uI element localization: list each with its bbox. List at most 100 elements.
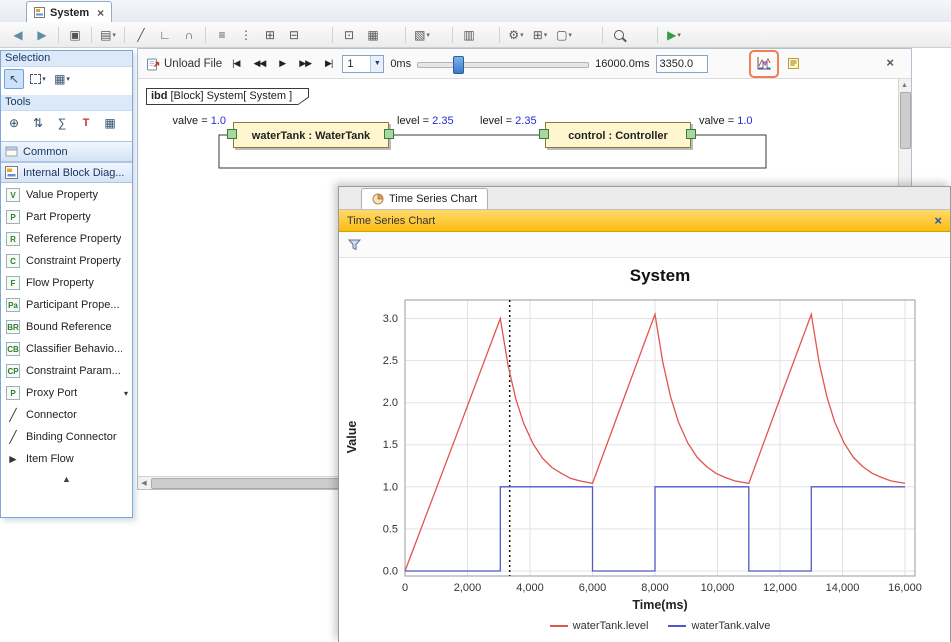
palette-item-label: Proxy Port <box>26 387 77 399</box>
simulation-toolbar-close-icon[interactable]: × <box>886 55 894 70</box>
chevron-down-icon[interactable]: ▾ <box>124 389 128 398</box>
palette-item-icon: P <box>6 210 20 224</box>
palette-item-label: Participant Prope... <box>26 299 120 311</box>
grid-options-button[interactable]: ⊞▾ <box>528 25 552 45</box>
step-to-start-button[interactable]: |◀ <box>228 56 243 71</box>
palette-item[interactable]: P Proxy Port ▾ <box>1 382 132 404</box>
table-tool[interactable]: ▦ <box>100 113 120 133</box>
chart-window-title-bar[interactable]: Time Series Chart × <box>339 210 950 232</box>
palette-item-label: Flow Property <box>26 277 94 289</box>
port-controller-level[interactable] <box>539 129 549 139</box>
scroll-left-icon[interactable]: ◀ <box>138 477 150 488</box>
clipboard-button[interactable]: ⊡ <box>337 25 361 45</box>
stamp-button[interactable]: ▧▾ <box>410 25 434 45</box>
palette-item[interactable]: ╱ Binding Connector <box>1 426 132 448</box>
align-vertical-button[interactable]: ⋮ <box>234 25 258 45</box>
palette-item[interactable]: ► Item Flow <box>1 448 132 470</box>
settings-button[interactable]: ⚙▾ <box>504 25 528 45</box>
legend-label: waterTank.level <box>573 620 649 632</box>
tab-system[interactable]: System × <box>26 1 112 23</box>
report-button[interactable]: ▥ <box>457 25 481 45</box>
navigate-forward-button[interactable]: ▶ <box>30 25 54 45</box>
port-watertank-valve[interactable] <box>227 129 237 139</box>
time-slider-track[interactable] <box>417 62 589 68</box>
palette-item-label: Constraint Param... <box>26 365 121 377</box>
window-layout-button[interactable]: ▢▾ <box>552 25 576 45</box>
palette-item-icon: V <box>6 188 20 202</box>
chevron-down-icon[interactable]: ▼ <box>370 56 383 72</box>
distribute-button[interactable]: ⊞ <box>258 25 282 45</box>
chart-legend: waterTank.levelwaterTank.valve <box>405 620 915 632</box>
tab-close-icon[interactable]: × <box>97 6 104 20</box>
unload-file-button[interactable]: Unload File <box>146 57 222 71</box>
palette-item[interactable]: ╱ Connector <box>1 404 132 426</box>
step-back-button[interactable]: ◀◀ <box>249 56 269 71</box>
text-tool[interactable]: T <box>76 113 96 133</box>
palette-item[interactable]: P Part Property <box>1 206 132 228</box>
simulation-options-button[interactable] <box>782 54 806 74</box>
palette-item[interactable]: Pa Participant Prope... <box>1 294 132 316</box>
align-button[interactable]: ≡ <box>210 25 234 45</box>
rounded-path-button[interactable]: ∩ <box>177 25 201 45</box>
tab-time-series-chart-label: Time Series Chart <box>389 193 477 205</box>
open-time-series-chart-button[interactable] <box>752 53 776 75</box>
palette-item[interactable]: BR Bound Reference <box>1 316 132 338</box>
sum-tool[interactable]: ∑ <box>52 113 72 133</box>
text-icon: T <box>83 117 90 129</box>
chart-window-close-icon[interactable]: × <box>934 213 942 228</box>
vertical-scrollbar-thumb[interactable] <box>900 92 911 149</box>
ibd-section-icon <box>5 166 18 179</box>
scroll-up-icon[interactable]: ▲ <box>899 79 910 91</box>
add-element-tool[interactable]: ⊕ <box>4 113 24 133</box>
palette-item[interactable]: V Value Property <box>1 184 132 206</box>
legend-item: waterTank.level <box>550 620 649 632</box>
trigger-combobox[interactable]: 1 ▼ <box>342 55 384 73</box>
common-section-header[interactable]: Common <box>1 141 132 162</box>
swap-order-tool[interactable]: ⇅ <box>28 113 48 133</box>
chevron-down-icon: ▾ <box>677 31 681 39</box>
ibd-section-label: Internal Block Diag... <box>23 167 125 179</box>
part-watertank[interactable]: waterTank : WaterTank <box>233 122 389 148</box>
run-simulation-button[interactable]: ▶▾ <box>662 25 686 45</box>
palette-item[interactable]: CP Constraint Param... <box>1 360 132 382</box>
chart-window-title: Time Series Chart <box>347 215 435 227</box>
palette-item-icon: BR <box>6 320 20 334</box>
port-controller-valve[interactable] <box>686 129 696 139</box>
add-icon: ⊕ <box>9 116 19 130</box>
marquee-select-tool[interactable]: ▾ <box>28 69 48 89</box>
time-slider[interactable] <box>417 55 589 73</box>
time-slider-handle[interactable] <box>453 56 464 74</box>
palette-collapse-button[interactable]: ▲ <box>1 474 132 488</box>
part-controller[interactable]: control : Controller <box>545 122 691 148</box>
containment-tree-button[interactable]: ▤▾ <box>96 25 120 45</box>
chart-y-axis-label: Value <box>345 202 359 642</box>
svg-text:1.5: 1.5 <box>383 439 398 451</box>
toolbar-separator <box>405 27 406 43</box>
grid-select-tool[interactable]: ▦▾ <box>52 69 72 89</box>
oblique-path-button[interactable]: ╱ <box>129 25 153 45</box>
ibd-section-header[interactable]: Internal Block Diag... <box>1 162 132 183</box>
chevron-down-icon: ▾ <box>426 31 430 39</box>
tab-time-series-chart[interactable]: Time Series Chart <box>361 188 488 209</box>
fast-forward-button[interactable]: ▶▶ <box>295 56 315 71</box>
svg-text:0: 0 <box>402 582 408 594</box>
common-section-icon <box>5 145 18 158</box>
toolbar-separator <box>91 27 92 43</box>
play-button[interactable]: ▶ <box>275 56 289 71</box>
palette-item[interactable]: R Reference Property <box>1 228 132 250</box>
copy-diagram-button[interactable]: ▣ <box>63 25 87 45</box>
toolbar-separator <box>657 27 658 43</box>
rectilinear-path-button[interactable]: ∟ <box>153 25 177 45</box>
palette-item[interactable]: C Constraint Property <box>1 250 132 272</box>
select-cursor-tool[interactable]: ↖ <box>4 69 24 89</box>
palette-item[interactable]: CB Classifier Behavio... <box>1 338 132 360</box>
palette-item[interactable]: F Flow Property <box>1 272 132 294</box>
horizontal-scrollbar-thumb[interactable] <box>151 478 346 489</box>
current-time-input[interactable] <box>656 55 708 73</box>
navigate-back-button[interactable]: ◀ <box>6 25 30 45</box>
port-watertank-level[interactable] <box>384 129 394 139</box>
image-shape-button[interactable]: ▦ <box>361 25 385 45</box>
step-to-end-button[interactable]: ▶| <box>321 56 336 71</box>
search-button[interactable] <box>607 25 631 45</box>
same-size-button[interactable]: ⊟ <box>282 25 306 45</box>
